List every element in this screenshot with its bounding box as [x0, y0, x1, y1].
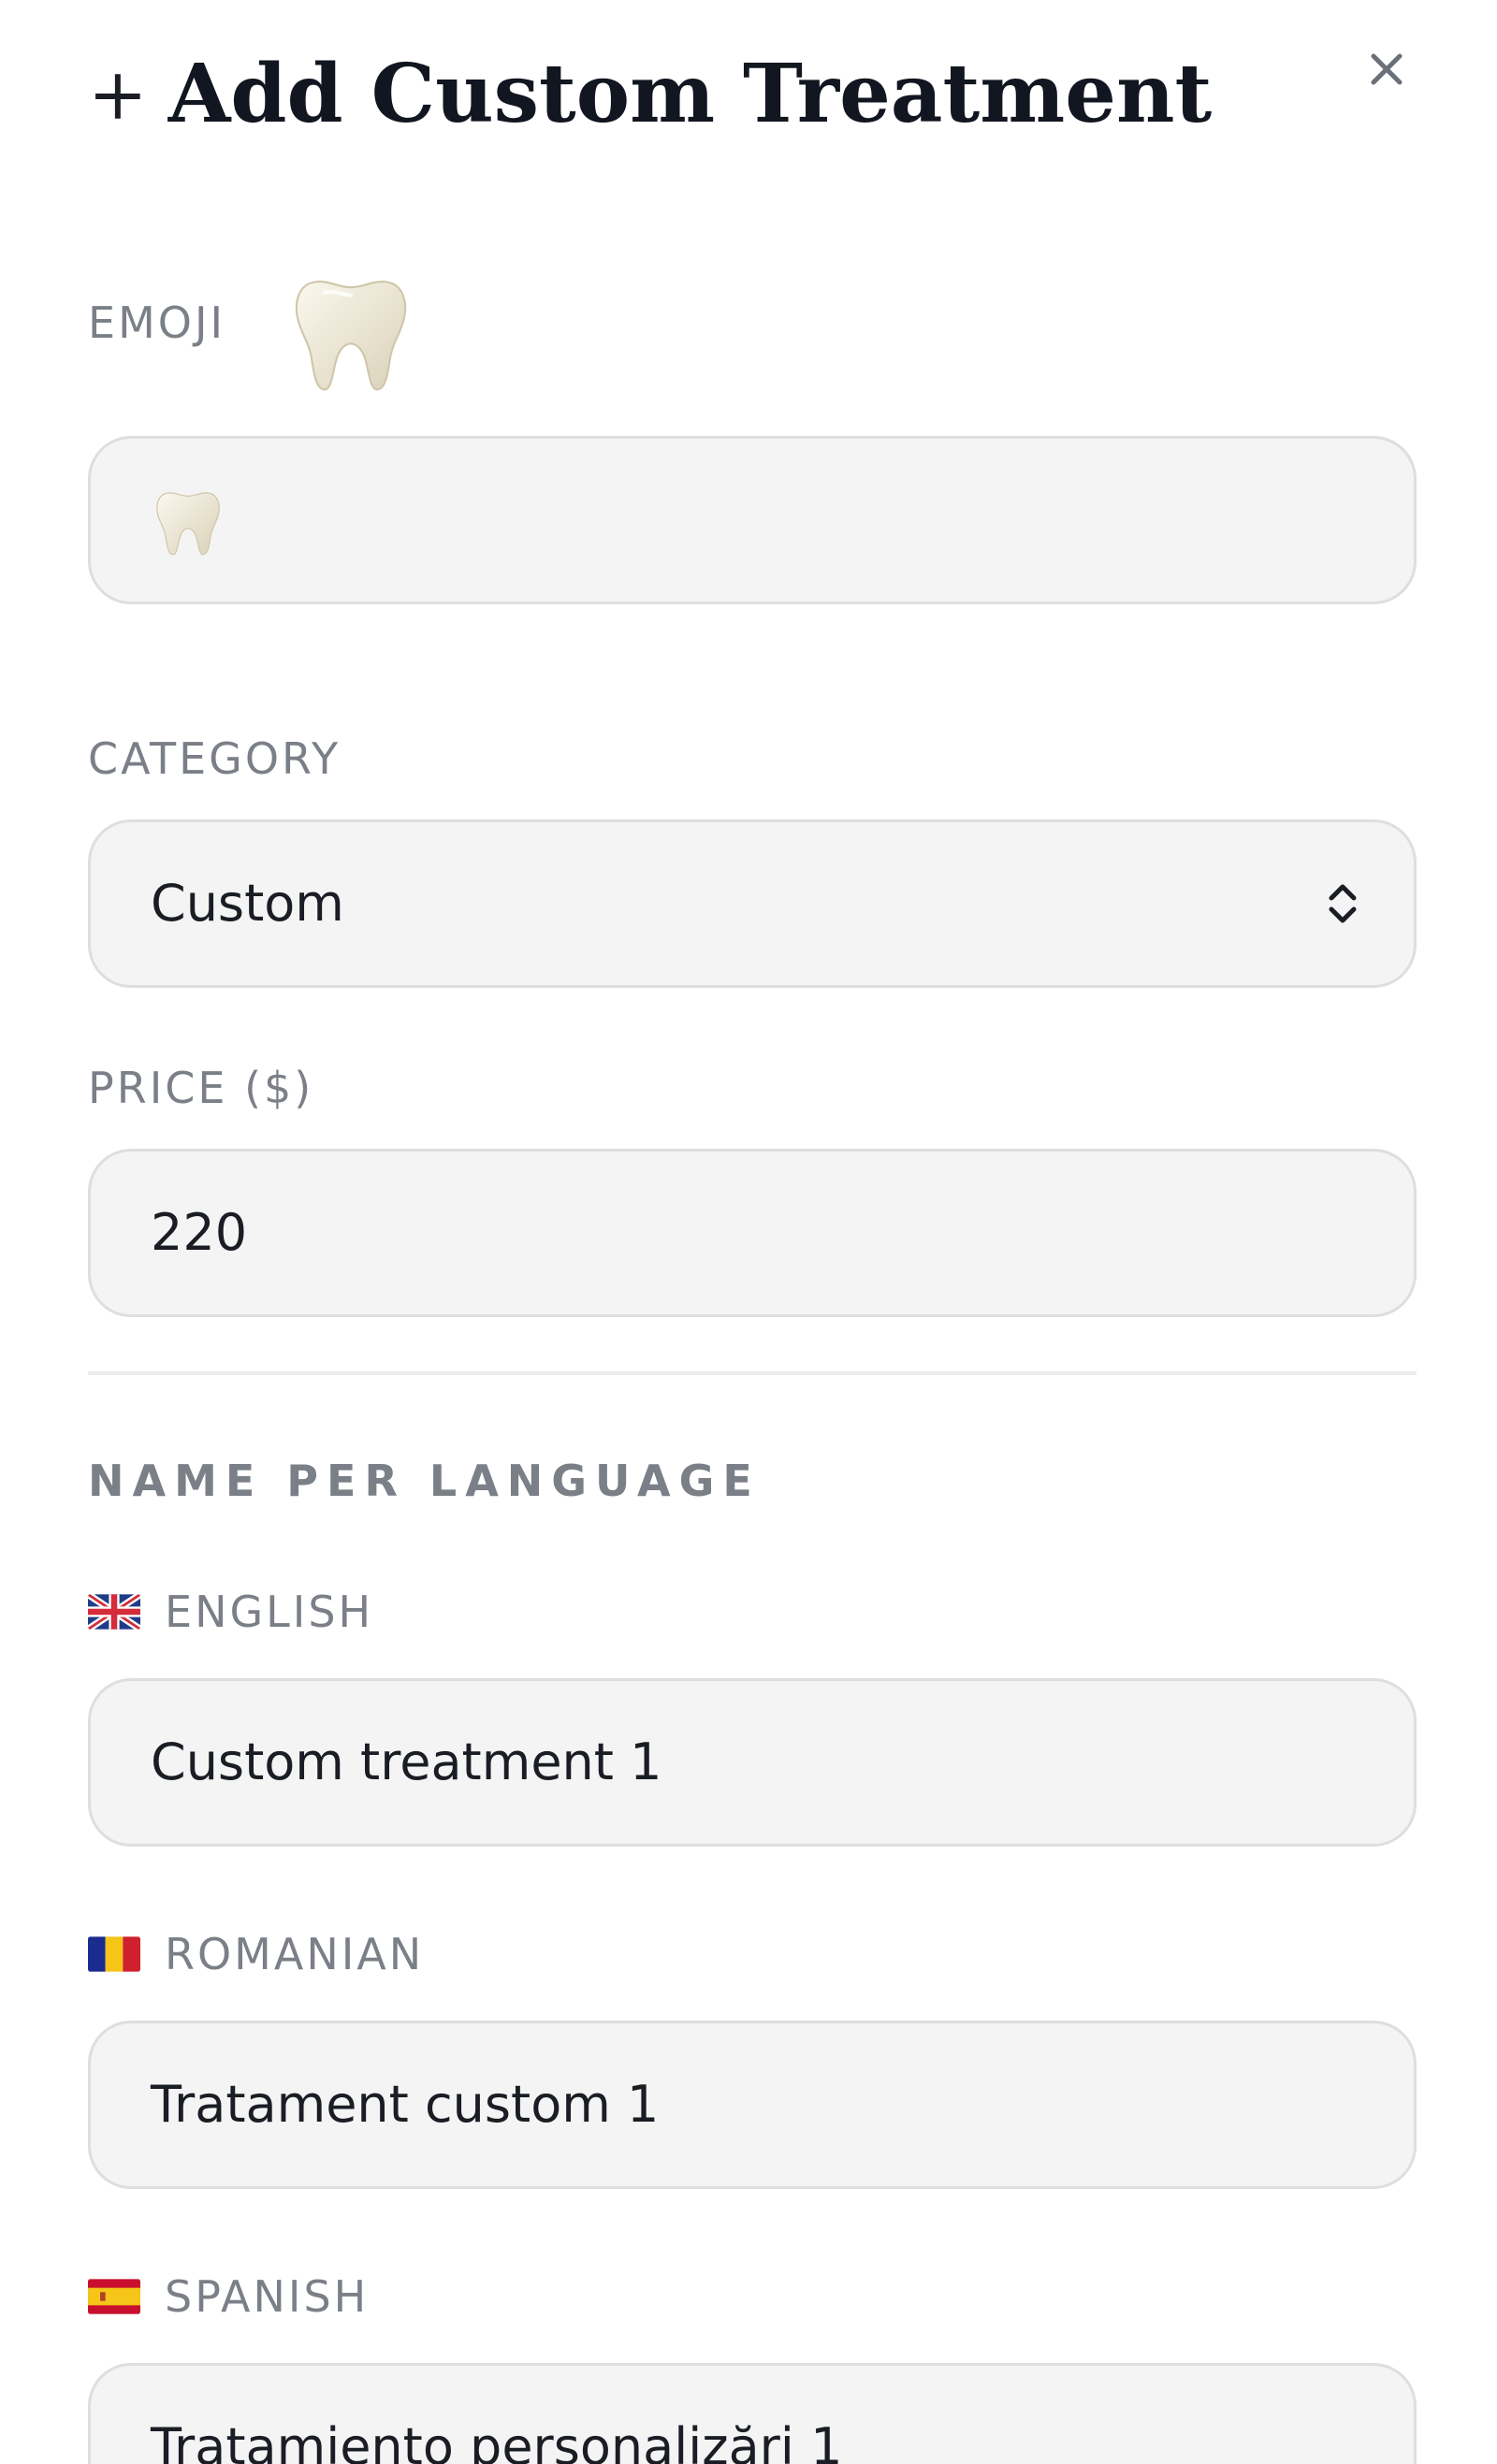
- tooth-icon: [295, 280, 407, 391]
- section-divider: [88, 1371, 1417, 1375]
- english-label-row: ENGLISH: [88, 1587, 373, 1637]
- spanish-name-value: Tratamiento personalizări 1: [151, 2422, 842, 2464]
- spanish-label-row: SPANISH: [88, 2271, 369, 2322]
- romanian-label: ROMANIAN: [165, 1929, 425, 1979]
- romanian-name-value: Tratament custom 1: [151, 2075, 660, 2134]
- plus-icon: +: [88, 52, 148, 136]
- price-value: 220: [151, 1203, 248, 1262]
- romania-flag-icon: [88, 1935, 140, 1972]
- price-label: PRICE ($): [88, 1063, 314, 1113]
- english-name-value: Custom treatment 1: [151, 1732, 662, 1791]
- category-selected-value: Custom: [151, 874, 344, 933]
- romanian-label-row: ROMANIAN: [88, 1929, 424, 1979]
- uk-flag-icon: [88, 1593, 140, 1630]
- english-name-input[interactable]: Custom treatment 1: [88, 1678, 1417, 1847]
- close-icon: [1371, 53, 1403, 85]
- spain-flag-icon: [88, 2278, 140, 2314]
- romanian-name-input[interactable]: Tratament custom 1: [88, 2021, 1417, 2189]
- chevron-updown-icon: [1329, 884, 1357, 923]
- price-input[interactable]: 220: [88, 1149, 1417, 1317]
- spanish-label: SPANISH: [165, 2271, 370, 2322]
- modal-title-row: + Add Custom Treatment: [88, 54, 1212, 135]
- english-label: ENGLISH: [165, 1587, 374, 1637]
- emoji-input[interactable]: [88, 436, 1417, 604]
- spanish-word-2: personalizări: [470, 2417, 794, 2464]
- modal-title: Add Custom Treatment: [167, 47, 1213, 141]
- tooth-icon: [156, 492, 220, 556]
- category-label: CATEGORY: [88, 733, 342, 784]
- spanish-word-1: Tratamiento: [151, 2417, 454, 2464]
- emoji-label: EMOJI: [88, 297, 226, 348]
- spanish-name-input[interactable]: Tratamiento personalizări 1: [88, 2363, 1417, 2464]
- category-select[interactable]: Custom: [88, 819, 1417, 988]
- name-per-language-heading: NAME PER LANGUAGE: [88, 1456, 761, 1506]
- spanish-word-3: 1: [810, 2417, 843, 2464]
- close-button[interactable]: [1357, 39, 1417, 99]
- add-custom-treatment-modal: + Add Custom Treatment EMOJI CATEGORY Cu…: [0, 0, 1497, 2464]
